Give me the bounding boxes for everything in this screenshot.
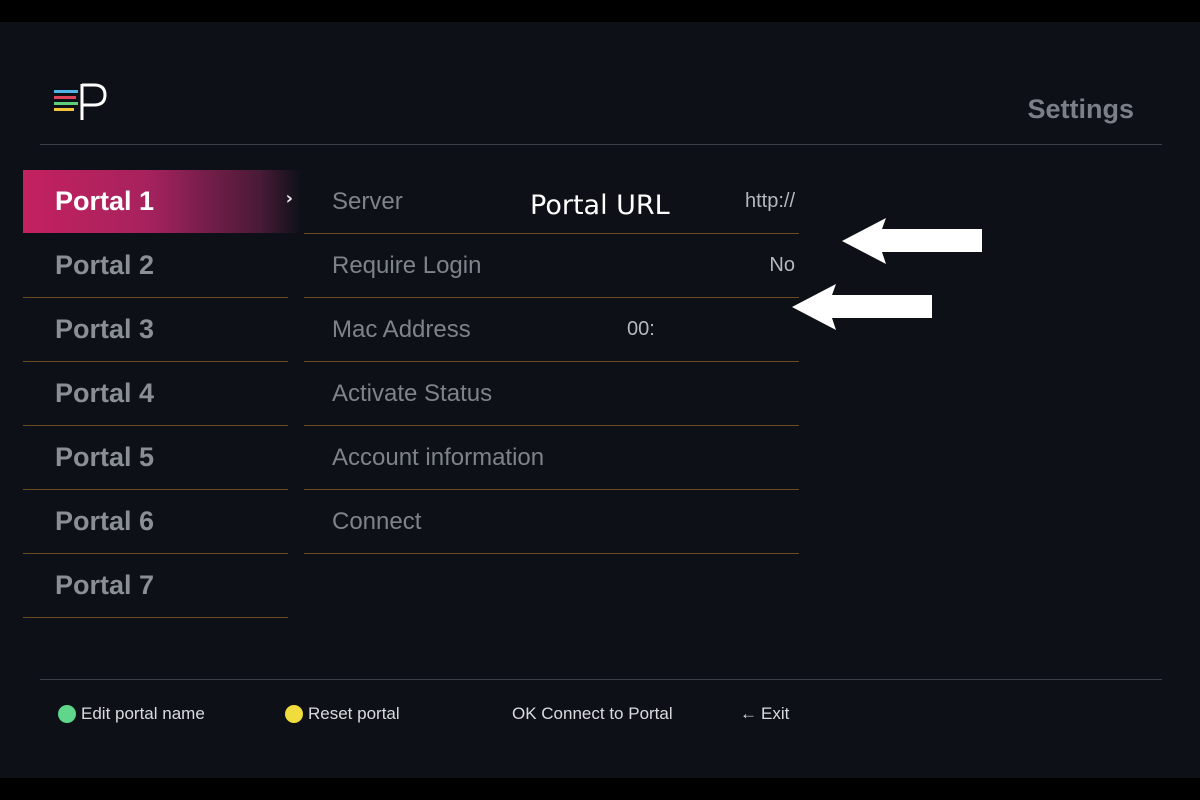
hint-label: Reset portal [308,704,400,723]
sidebar-item-portal-1[interactable]: Portal 1 › [23,170,301,234]
sidebar-item-portal-7[interactable]: Portal 7 [23,554,288,618]
exit-hint[interactable]: ← Exit [740,704,789,724]
setting-value: No [769,254,795,276]
setting-row-connect[interactable]: Connect [304,490,799,554]
setting-label: Server [332,187,403,215]
reset-portal-hint[interactable]: Reset portal [285,704,400,724]
setting-row-require-login[interactable]: Require Login No [304,234,799,298]
chevron-right-icon: › [285,188,293,209]
sidebar-item-label: Portal 7 [55,570,155,600]
sidebar-item-label: Portal 6 [55,506,155,536]
sidebar-item-label: Portal 5 [55,442,155,472]
app-screen: Settings Portal 1 › Portal 2 Portal 3 Po… [0,22,1200,778]
left-arrow-icon [792,284,932,330]
sidebar-item-portal-4[interactable]: Portal 4 [23,362,288,426]
portal-sidebar: Portal 1 › Portal 2 Portal 3 Portal 4 Po… [23,170,301,618]
left-arrow-icon [842,218,982,264]
hint-label: Exit [761,704,790,723]
edit-portal-name-hint[interactable]: Edit portal name [58,704,205,724]
green-button-icon [58,705,76,723]
page-title: Settings [1027,94,1134,124]
setting-row-account-information[interactable]: Account information [304,426,799,490]
setting-label: Require Login [332,251,482,279]
sidebar-item-portal-6[interactable]: Portal 6 [23,490,288,554]
sidebar-item-label: Portal 3 [55,314,155,344]
footer-divider [40,679,1162,680]
setting-label: Activate Status [332,379,493,407]
sidebar-item-label: Portal 1 [55,186,155,216]
sidebar-item-portal-5[interactable]: Portal 5 [23,426,288,490]
header-divider [40,144,1162,145]
app-logo-icon [54,83,107,120]
portal-settings-list: Server http:// Require Login No Mac Addr… [304,170,799,554]
back-arrow-icon: ← [740,704,757,723]
hint-label: Edit portal name [81,704,205,723]
sidebar-item-label: Portal 2 [55,250,155,280]
connect-portal-hint[interactable]: OK Connect to Portal [512,704,673,724]
setting-label: Connect [332,507,422,535]
hint-label: OK Connect to Portal [512,704,673,723]
setting-row-mac-address[interactable]: Mac Address 00: [304,298,799,362]
portal-url-annotation: Portal URL [530,190,670,221]
yellow-button-icon [285,705,303,723]
footer-hints: Edit portal name Reset portal OK Connect… [0,704,1200,730]
sidebar-item-portal-2[interactable]: Portal 2 [23,234,288,298]
setting-row-activate-status[interactable]: Activate Status [304,362,799,426]
setting-value: 00: [627,318,655,340]
setting-label: Mac Address [332,315,471,343]
sidebar-item-portal-3[interactable]: Portal 3 [23,298,288,362]
sidebar-item-label: Portal 4 [55,378,155,408]
setting-label: Account information [332,443,545,471]
setting-value: http:// [744,190,795,212]
